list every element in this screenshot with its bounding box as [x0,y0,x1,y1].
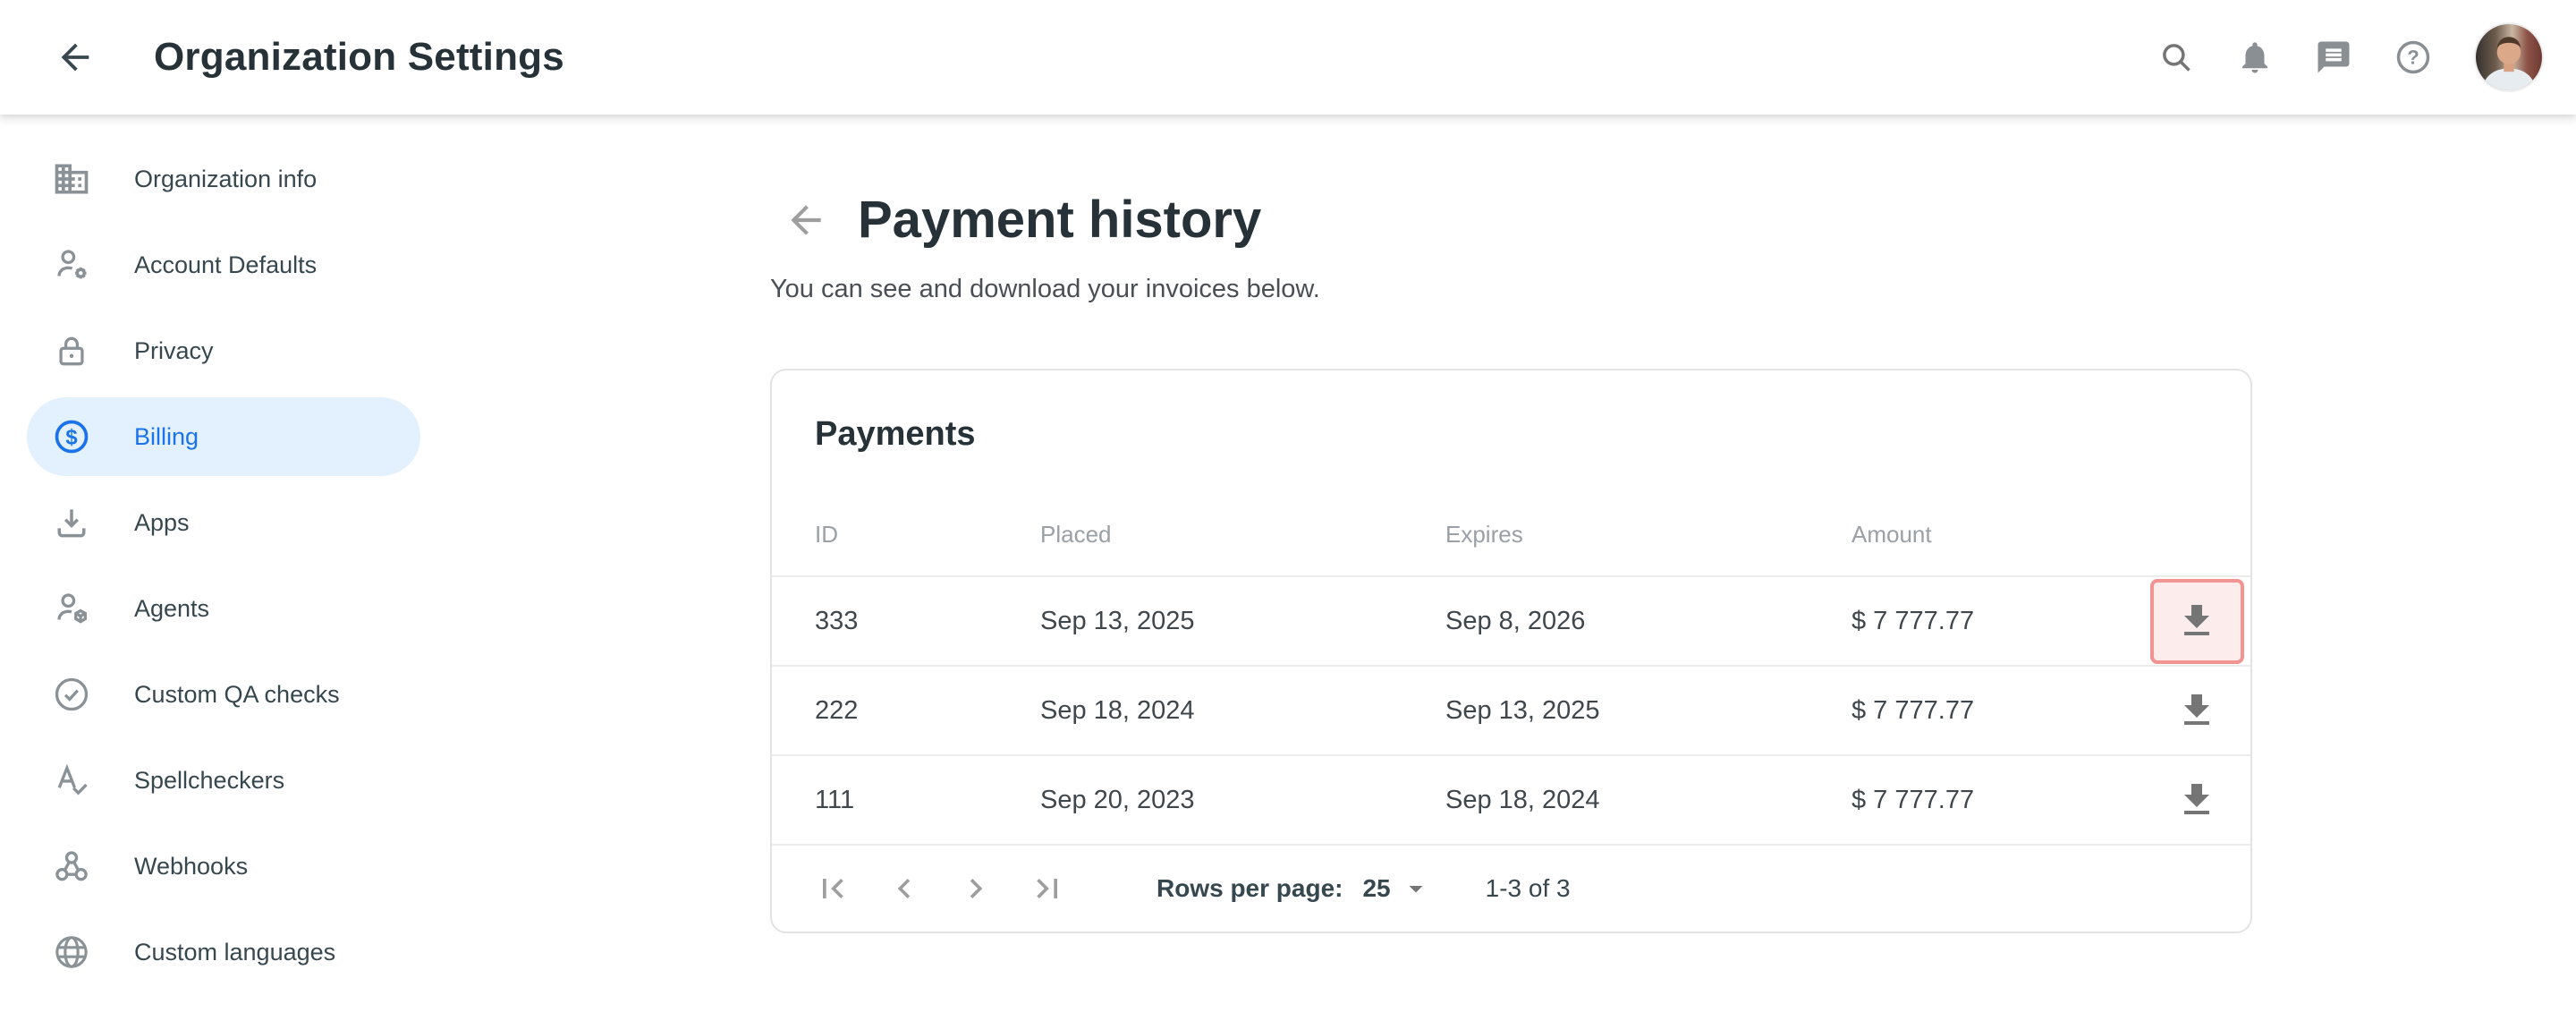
lock-icon [52,331,91,370]
person-gear-icon [52,245,91,285]
rows-per-page-value: 25 [1362,874,1390,903]
help-icon: ? [2394,38,2433,77]
building-icon [52,159,91,199]
column-header-actions [2143,549,2250,575]
app-title: Organization Settings [154,35,564,80]
spellcheck-icon [52,761,91,800]
column-header-placed: Placed [1040,521,1445,575]
cell-id: 111 [815,786,1040,815]
download-tray-icon [52,503,91,542]
download-invoice-button[interactable] [2150,758,2244,843]
sidebar-item-label: Billing [134,423,199,451]
user-avatar[interactable] [2474,22,2544,92]
globe-icon [52,932,91,972]
sidebar-item-account-defaults[interactable]: Account Defaults [27,225,420,304]
table-row: 222 Sep 18, 2024 Sep 13, 2025 $ 7 777.77 [772,665,2250,754]
cell-id: 222 [815,696,1040,726]
download-invoice-button[interactable] [2150,668,2244,753]
sidebar-item-label: Apps [134,509,190,537]
cell-expires: Sep 8, 2026 [1445,607,1852,636]
help-button[interactable]: ? [2394,38,2433,77]
prev-page-button[interactable] [883,867,926,910]
column-header-expires: Expires [1445,521,1852,575]
svg-text:$: $ [65,425,77,449]
cell-amount: $ 7 777.77 [1852,696,2143,726]
sidebar-item-custom-languages[interactable]: Custom languages [27,913,420,991]
search-icon [2157,38,2195,76]
sidebar-item-label: Account Defaults [134,251,317,279]
cell-id: 333 [815,607,1040,636]
sidebar-item-label: Agents [134,595,209,623]
check-circle-icon [52,675,91,714]
avatar-photo [2476,22,2542,92]
sidebar-item-webhooks[interactable]: Webhooks [27,827,420,906]
chevron-down-icon [1400,872,1432,905]
bell-icon [2236,38,2274,76]
download-icon [2175,600,2218,642]
sidebar-item-apps[interactable]: Apps [27,483,420,562]
sidebar-item-billing[interactable]: $ Billing [27,397,420,476]
payments-card: Payments ID Placed Expires Amount 333 Se… [770,369,2252,933]
person-cube-icon [52,589,91,628]
cell-placed: Sep 18, 2024 [1040,696,1445,726]
search-button[interactable] [2157,38,2195,76]
cell-placed: Sep 20, 2023 [1040,786,1445,815]
pagination-range: 1-3 of 3 [1486,874,1571,903]
column-header-id: ID [815,521,1040,575]
card-title: Payments [772,370,2250,454]
page-title: Payment history [858,190,1261,250]
last-page-button[interactable] [1026,867,1069,910]
chat-button[interactable] [2315,38,2352,76]
arrow-left-icon [55,37,96,78]
sidebar-item-label: Webhooks [134,853,248,881]
sidebar-item-label: Privacy [134,337,214,365]
dollar-circle-icon: $ [52,417,91,456]
sidebar-item-label: Custom languages [134,939,335,966]
chevron-right-icon [956,869,996,908]
table-pagination: Rows per page: 25 1-3 of 3 [772,844,2250,932]
sidebar-item-agents[interactable]: Agents [27,569,420,648]
notifications-button[interactable] [2236,38,2274,76]
last-page-icon [1028,869,1067,908]
sidebar-item-organization-info[interactable]: Organization info [27,140,420,218]
sidebar-item-privacy[interactable]: Privacy [27,311,420,390]
sidebar-item-spellcheckers[interactable]: Spellcheckers [27,741,420,820]
chat-icon [2315,38,2352,76]
download-invoice-button[interactable] [2150,579,2244,664]
cell-amount: $ 7 777.77 [1852,607,2143,636]
arrow-left-icon [784,198,828,242]
table-row: 333 Sep 13, 2025 Sep 8, 2026 $ 7 777.77 [772,575,2250,665]
sidebar-item-label: Organization info [134,166,317,193]
sidebar-item-label: Spellcheckers [134,767,284,795]
table-row: 111 Sep 20, 2023 Sep 18, 2024 $ 7 777.77 [772,754,2250,844]
topbar-actions: ? [2157,22,2544,92]
top-bar: Organization Settings ? [0,0,2576,115]
settings-sidebar: Organization info Account Defaults Priva… [0,115,429,1021]
cell-amount: $ 7 777.77 [1852,786,2143,815]
download-icon [2175,779,2218,821]
page-back-button[interactable] [783,197,829,243]
rows-per-page-select[interactable]: 25 [1362,872,1431,905]
main-content: Payment history You can see and download… [429,115,2576,1021]
first-page-icon [813,869,852,908]
next-page-button[interactable] [954,867,997,910]
table-header-row: ID Placed Expires Amount [772,454,2250,575]
svg-text:?: ? [2407,47,2419,69]
webhook-icon [52,847,91,886]
sidebar-item-custom-qa-checks[interactable]: Custom QA checks [27,655,420,734]
back-button[interactable] [50,32,100,82]
cell-expires: Sep 18, 2024 [1445,786,1852,815]
cell-placed: Sep 13, 2025 [1040,607,1445,636]
chevron-left-icon [885,869,924,908]
sidebar-item-label: Custom QA checks [134,681,340,709]
first-page-button[interactable] [811,867,854,910]
cell-expires: Sep 13, 2025 [1445,696,1852,726]
page-subtitle: You can see and download your invoices b… [770,275,2576,304]
rows-per-page-label: Rows per page: [1157,874,1343,903]
download-icon [2175,689,2218,732]
column-header-amount: Amount [1852,521,2143,575]
